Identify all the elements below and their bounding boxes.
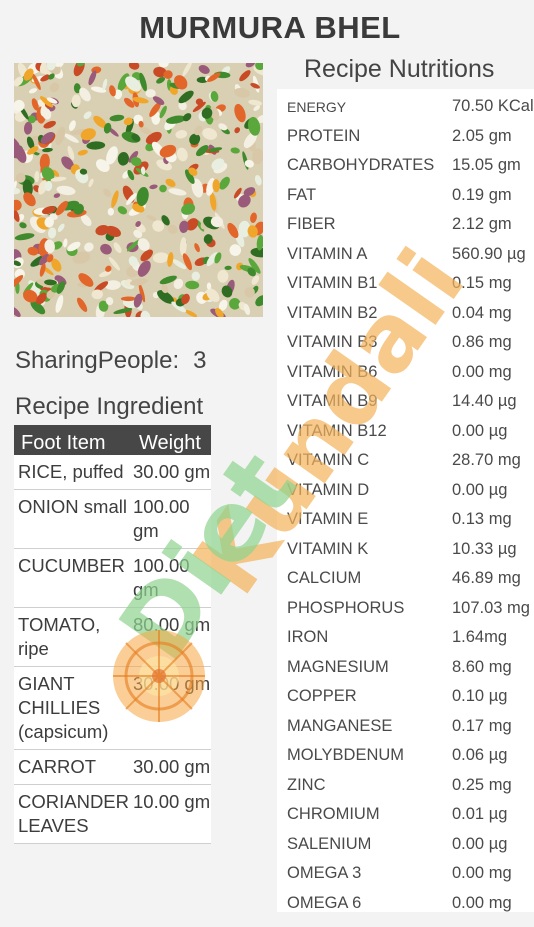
nutrient-name: VITAMIN B12 bbox=[287, 421, 387, 440]
nutrient-name: FIBER bbox=[287, 215, 336, 233]
nutrient-value: 0.19 gm bbox=[452, 185, 512, 204]
nutrient-value: 0.10 µg bbox=[452, 687, 508, 705]
table-row: ONION small 100.00 gm bbox=[14, 490, 211, 549]
ingredient-weight: 30.00 gm bbox=[133, 461, 211, 482]
nutrient-name: VITAMIN E bbox=[287, 510, 369, 528]
nutrient-value: 70.50 KCal bbox=[452, 97, 534, 115]
sharing-people: SharingPeople: 3 bbox=[15, 347, 206, 375]
nutrient-name: CARBOHYDRATES bbox=[287, 156, 435, 174]
nutrient-value: 2.05 gm bbox=[452, 126, 512, 145]
ingredient-weight: 30.00 gm bbox=[133, 673, 211, 694]
nutrient-value: 1.64mg bbox=[452, 628, 508, 646]
nutrient-name: VITAMIN B6 bbox=[287, 362, 378, 381]
nutrient-name: IRON bbox=[287, 628, 329, 646]
nutrient-value: 0.25 mg bbox=[452, 775, 512, 794]
ingredient-weight: 10.00 gm bbox=[133, 791, 211, 812]
table-row: GIANT CHILLIES (capsicum) 30.00 gm bbox=[14, 667, 211, 750]
recipe-title: MURMURA BHEL bbox=[139, 10, 401, 45]
nutrient-value: 560.90 µg bbox=[452, 244, 526, 263]
nutrition-heading: Recipe Nutritions bbox=[304, 55, 495, 83]
nutrient-name: PHOSPHORUS bbox=[287, 598, 405, 617]
ingredient-name: RICE, puffed bbox=[18, 461, 124, 482]
nutrition-panel: ENERGY 70.50 KCal PROTEIN 2.05 gm CARBOHYDRA… bbox=[277, 89, 534, 912]
nutrient-name: VITAMIN C bbox=[287, 451, 370, 469]
nutrient-name: ZINC bbox=[287, 775, 326, 794]
sharing-value: 3 bbox=[193, 347, 207, 374]
nutrient-name: VITAMIN B3 bbox=[287, 333, 378, 351]
nutrient-value: 0.86 mg bbox=[452, 333, 512, 351]
nutrient-name: VITAMIN K bbox=[287, 539, 369, 558]
nutrient-value: 0.04 mg bbox=[452, 303, 512, 322]
nutrient-name: CALCIUM bbox=[287, 569, 362, 587]
ingredient-heading: Recipe Ingredient bbox=[15, 393, 204, 420]
nutrient-value: 0.00 µg bbox=[452, 421, 508, 440]
nutrient-name: VITAMIN B1 bbox=[287, 274, 378, 292]
nutrient-value: 46.89 mg bbox=[452, 569, 521, 587]
ingredient-name: CORIANDER LEAVES bbox=[18, 791, 130, 836]
ingredient-weight: 100.00 gm bbox=[133, 496, 190, 541]
nutrient-name: VITAMIN D bbox=[287, 480, 370, 499]
nutrient-name: VITAMIN B9 bbox=[287, 392, 378, 410]
nutrient-value: 2.12 gm bbox=[452, 215, 512, 233]
nutrient-name: PROTEIN bbox=[287, 126, 361, 145]
nutrient-value: 0.00 µg bbox=[452, 480, 508, 499]
table-row: CARROT 30.00 gm bbox=[14, 750, 211, 785]
table-row: TOMATO, ripe 80.00 gm bbox=[14, 608, 211, 667]
nutrient-name: FAT bbox=[287, 185, 317, 204]
nutrient-name: OMEGA 6 bbox=[287, 893, 362, 912]
nutrient-name: SALENIUM bbox=[287, 834, 372, 853]
nutrient-value: 0.17 mg bbox=[452, 716, 512, 735]
nutrient-value: 0.15 mg bbox=[452, 274, 512, 292]
nutrient-value: 0.06 µg bbox=[452, 746, 508, 764]
ingredient-weight: 80.00 gm bbox=[133, 614, 211, 635]
nutrient-value: 107.03 mg bbox=[452, 598, 530, 617]
ingredient-name: GIANT CHILLIES (capsicum) bbox=[18, 673, 109, 742]
nutrient-value: 0.01 µg bbox=[452, 805, 508, 823]
ingredient-name: TOMATO, ripe bbox=[18, 614, 101, 659]
food-photo bbox=[14, 63, 263, 317]
ingredient-weight: 100.00 gm bbox=[133, 555, 190, 600]
table-row: CORIANDER LEAVES 10.00 gm bbox=[14, 785, 211, 844]
nutrient-name: MOLYBDENUM bbox=[287, 746, 405, 764]
ingredient-weight: 30.00 gm bbox=[133, 756, 211, 777]
nutrient-value: 0.00 mg bbox=[452, 893, 512, 912]
nutrient-value: 28.70 mg bbox=[452, 451, 521, 469]
table-row: CUCUMBER 100.00 gm bbox=[14, 549, 211, 608]
nutrient-name: VITAMIN B2 bbox=[287, 303, 378, 322]
ingredient-name: CUCUMBER bbox=[18, 555, 125, 576]
nutrient-value: 0.00 µg bbox=[452, 834, 508, 853]
column-weight: Weight bbox=[139, 432, 201, 454]
nutrient-name: VITAMIN A bbox=[287, 244, 368, 263]
nutrient-value: 0.00 mg bbox=[452, 362, 512, 381]
sharing-label: SharingPeople: bbox=[15, 347, 180, 374]
nutrient-name: CHROMIUM bbox=[287, 805, 380, 823]
nutrient-value: 15.05 gm bbox=[452, 156, 521, 174]
nutrient-name: ENERGY bbox=[287, 99, 347, 115]
ingredient-table: Foot Item Weight RICE, puffed 30.00 gm ON… bbox=[14, 425, 211, 844]
nutrient-name: MANGANESE bbox=[287, 716, 393, 735]
nutrient-name: OMEGA 3 bbox=[287, 864, 362, 882]
column-food-item: Foot Item bbox=[21, 432, 106, 454]
nutrient-name: COPPER bbox=[287, 687, 357, 705]
ingredient-name: CARROT bbox=[18, 756, 97, 777]
nutrient-value: 14.40 µg bbox=[452, 392, 517, 410]
nutrient-value: 0.00 mg bbox=[452, 864, 512, 882]
table-row: RICE, puffed 30.00 gm bbox=[14, 455, 211, 490]
nutrient-value: 10.33 µg bbox=[452, 539, 517, 558]
nutrient-value: 8.60 mg bbox=[452, 657, 512, 676]
nutrient-value: 0.13 mg bbox=[452, 510, 512, 528]
ingredient-table-header: Foot Item Weight bbox=[14, 425, 211, 455]
nutrient-name: MAGNESIUM bbox=[287, 657, 389, 676]
ingredient-name: ONION small bbox=[18, 496, 127, 517]
